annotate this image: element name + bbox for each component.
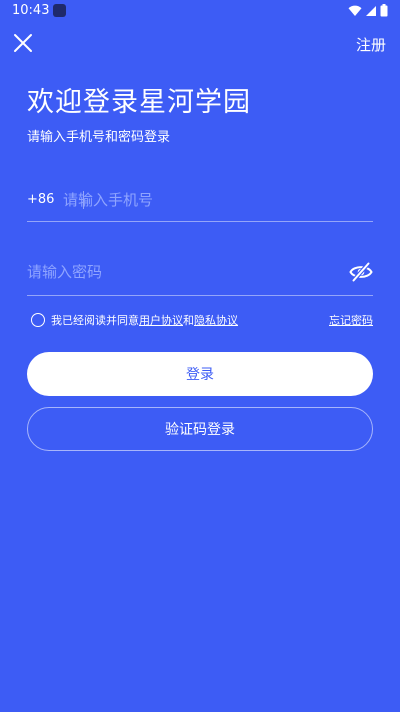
agreement-connector: 和 bbox=[183, 314, 194, 327]
password-input[interactable] bbox=[27, 261, 327, 283]
password-visibility-toggle[interactable] bbox=[349, 261, 373, 283]
sms-login-button[interactable]: 验证码登录 bbox=[27, 407, 373, 451]
country-code[interactable]: +86 bbox=[27, 192, 54, 207]
battery-icon bbox=[380, 4, 388, 17]
status-bar: 10:43 bbox=[0, 0, 400, 24]
agreement-checkbox[interactable] bbox=[31, 313, 45, 327]
close-icon bbox=[14, 34, 32, 52]
close-button[interactable] bbox=[12, 32, 34, 54]
eye-off-icon bbox=[349, 262, 373, 282]
page-title: 欢迎登录星河学园 bbox=[27, 87, 251, 118]
login-button[interactable]: 登录 bbox=[27, 352, 373, 396]
phone-underline bbox=[27, 221, 373, 222]
status-time: 10:43 bbox=[12, 3, 50, 18]
agreement-prefix: 我已经阅读并同意 bbox=[51, 314, 139, 327]
password-field bbox=[27, 258, 373, 296]
phone-input[interactable] bbox=[63, 189, 363, 211]
forgot-password-link[interactable]: 忘记密码 bbox=[329, 312, 373, 328]
password-underline bbox=[27, 295, 373, 296]
page-subtitle: 请输入手机号和密码登录 bbox=[27, 130, 171, 145]
phone-field: +86 bbox=[27, 186, 373, 222]
status-icons bbox=[348, 4, 388, 17]
app-icon bbox=[53, 4, 66, 17]
user-agreement-link[interactable]: 用户协议 bbox=[139, 314, 183, 327]
privacy-agreement-link[interactable]: 隐私协议 bbox=[194, 314, 238, 327]
register-link[interactable]: 注册 bbox=[356, 34, 386, 55]
signal-icon bbox=[366, 5, 376, 16]
agreement-text: 我已经阅读并同意用户协议和隐私协议 bbox=[51, 312, 238, 328]
wifi-icon bbox=[348, 5, 362, 16]
agreement-row: 我已经阅读并同意用户协议和隐私协议 忘记密码 bbox=[31, 311, 373, 329]
